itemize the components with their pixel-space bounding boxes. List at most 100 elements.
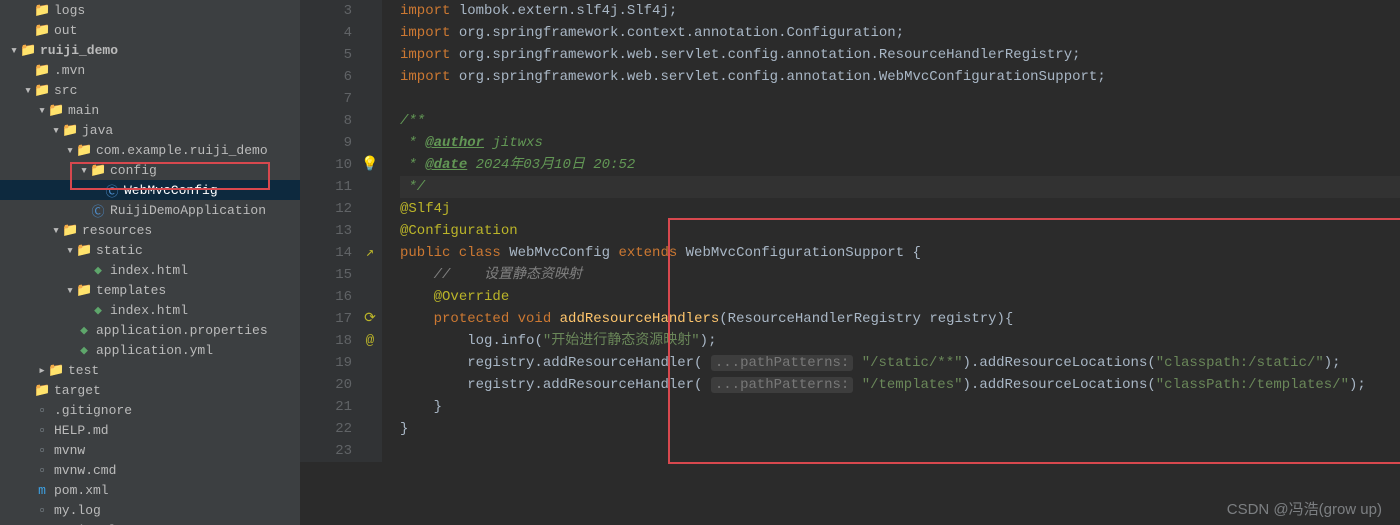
tree-item-my-log[interactable]: ▫my.log (0, 500, 300, 520)
line-number[interactable]: 10 (300, 154, 352, 176)
tree-item-target[interactable]: 📁target (0, 380, 300, 400)
code-line[interactable]: * @date 2024年03月10日 20:52 (400, 154, 1400, 176)
expand-caret[interactable]: ▸ (36, 363, 48, 378)
token-ident: .info( (492, 333, 542, 349)
line-number[interactable]: 14 (300, 242, 352, 264)
code-line[interactable]: * @author jitwxs (400, 132, 1400, 154)
line-number[interactable]: 5 (300, 44, 352, 66)
code-editor[interactable]: 34567891011121314151617181920212223 💡 ↗ ⟳ … (300, 0, 1400, 525)
line-number[interactable]: 8 (300, 110, 352, 132)
token-fn: addResourceHandlers (560, 311, 720, 327)
token-ident (853, 355, 861, 371)
tree-item-pom-xml[interactable]: mpom.xml (0, 480, 300, 500)
tree-item-spring-log[interactable]: ▫spring.log (0, 520, 300, 525)
line-number[interactable]: 13 (300, 220, 352, 242)
line-number[interactable]: 15 (300, 264, 352, 286)
token-ident: (ResourceHandlerRegistry registry){ (719, 311, 1013, 327)
folder-icon: 📁 (62, 223, 78, 238)
tree-item--mvn[interactable]: 📁.mvn (0, 60, 300, 80)
code-line[interactable]: import org.springframework.context.annot… (400, 22, 1400, 44)
line-number[interactable]: 20 (300, 374, 352, 396)
code-line[interactable]: @Configuration (400, 220, 1400, 242)
override-gutter-icon[interactable]: ↗ (358, 242, 382, 264)
line-number[interactable]: 11 (300, 176, 352, 198)
code-line[interactable]: registry.addResourceHandler( ...pathPatt… (400, 374, 1400, 396)
line-number[interactable]: 17 (300, 308, 352, 330)
tree-item-src[interactable]: ▾📁src (0, 80, 300, 100)
token-ident: ); (700, 333, 717, 349)
override-gutter-icon[interactable]: ⟳ @ (358, 308, 382, 330)
token-ident: org.springframework.web.servlet.config.a… (459, 69, 1098, 85)
line-number[interactable]: 9 (300, 132, 352, 154)
code-line[interactable]: // 设置静态资映射 (400, 264, 1400, 286)
tree-item-webmvcconfig[interactable]: ⒸWebMvcConfig (0, 180, 300, 200)
tree-item-index-html[interactable]: ◆index.html (0, 260, 300, 280)
code-line[interactable]: @Slf4j (400, 198, 1400, 220)
code-line[interactable]: /** (400, 110, 1400, 132)
tree-item-config[interactable]: ▾📁config (0, 160, 300, 180)
tree-item-mvnw-cmd[interactable]: ▫mvnw.cmd (0, 460, 300, 480)
line-number[interactable]: 7 (300, 88, 352, 110)
expand-caret[interactable]: ▾ (50, 223, 62, 238)
project-tree[interactable]: 📁logs📁out▾📁ruiji_demo📁.mvn▾📁src▾📁main▾📁j… (0, 0, 300, 525)
tree-item-ruijidemoapplication[interactable]: ⒸRuijiDemoApplication (0, 200, 300, 220)
tree-item-java[interactable]: ▾📁java (0, 120, 300, 140)
tree-item-resources[interactable]: ▾📁resources (0, 220, 300, 240)
code-line[interactable]: log.info("开始进行静态资源映射"); (400, 330, 1400, 352)
line-number[interactable]: 6 (300, 66, 352, 88)
expand-caret[interactable]: ▾ (78, 163, 90, 178)
code-line[interactable]: @Override (400, 286, 1400, 308)
expand-caret[interactable]: ▾ (8, 43, 20, 58)
code-line[interactable]: import org.springframework.web.servlet.c… (400, 66, 1400, 88)
code-line[interactable]: import lombok.extern.slf4j.Slf4j; (400, 0, 1400, 22)
watermark: CSDN @冯浩(grow up) (1227, 498, 1382, 519)
expand-caret[interactable]: ▾ (64, 243, 76, 258)
tree-item-templates[interactable]: ▾📁templates (0, 280, 300, 300)
token-str: "/templates" (862, 377, 963, 393)
tree-item-index-html[interactable]: ◆index.html (0, 300, 300, 320)
expand-caret[interactable]: ▾ (64, 143, 76, 158)
line-number[interactable]: 3 (300, 0, 352, 22)
line-number[interactable]: 18 (300, 330, 352, 352)
tree-item-logs[interactable]: 📁logs (0, 0, 300, 20)
tree-item-static[interactable]: ▾📁static (0, 240, 300, 260)
code-area[interactable]: import lombok.extern.slf4j.Slf4j;import … (382, 0, 1400, 462)
tree-item-main[interactable]: ▾📁main (0, 100, 300, 120)
tree-item-application-properties[interactable]: ◆application.properties (0, 320, 300, 340)
tree-item-test[interactable]: ▸📁test (0, 360, 300, 380)
code-line[interactable]: */ (400, 176, 1400, 198)
expand-caret[interactable]: ▾ (22, 83, 34, 98)
line-number[interactable]: 12 (300, 198, 352, 220)
token-doc: /** (400, 113, 425, 129)
line-number[interactable]: 19 (300, 352, 352, 374)
token-ident: lombok.extern.slf4j.Slf4j (459, 3, 669, 19)
intention-bulb-icon[interactable]: 💡 (361, 157, 378, 173)
tree-item-application-yml[interactable]: ◆application.yml (0, 340, 300, 360)
code-line[interactable]: protected void addResourceHandlers(Resou… (400, 308, 1400, 330)
line-number[interactable]: 21 (300, 396, 352, 418)
tree-item-mvnw[interactable]: ▫mvnw (0, 440, 300, 460)
gutter-annotations[interactable]: 💡 ↗ ⟳ @ (358, 0, 382, 462)
code-line[interactable]: import org.springframework.web.servlet.c… (400, 44, 1400, 66)
code-line[interactable]: } (400, 418, 1400, 440)
code-line[interactable] (400, 88, 1400, 110)
tree-item-label: RuijiDemoApplication (110, 203, 266, 218)
code-line[interactable]: registry.addResourceHandler( ...pathPatt… (400, 352, 1400, 374)
line-number-gutter[interactable]: 34567891011121314151617181920212223 (300, 0, 358, 462)
tree-item-label: java (82, 123, 113, 138)
line-number[interactable]: 23 (300, 440, 352, 462)
code-line[interactable]: } (400, 396, 1400, 418)
tree-item-help-md[interactable]: ▫HELP.md (0, 420, 300, 440)
code-line[interactable] (400, 440, 1400, 462)
line-number[interactable]: 16 (300, 286, 352, 308)
expand-caret[interactable]: ▾ (36, 103, 48, 118)
tree-item-out[interactable]: 📁out (0, 20, 300, 40)
expand-caret[interactable]: ▾ (64, 283, 76, 298)
line-number[interactable]: 4 (300, 22, 352, 44)
tree-item-com-example-ruiji-demo[interactable]: ▾📁com.example.ruiji_demo (0, 140, 300, 160)
code-line[interactable]: public class WebMvcConfig extends WebMvc… (400, 242, 1400, 264)
tree-item--gitignore[interactable]: ▫.gitignore (0, 400, 300, 420)
expand-caret[interactable]: ▾ (50, 123, 62, 138)
line-number[interactable]: 22 (300, 418, 352, 440)
tree-item-ruiji-demo[interactable]: ▾📁ruiji_demo (0, 40, 300, 60)
